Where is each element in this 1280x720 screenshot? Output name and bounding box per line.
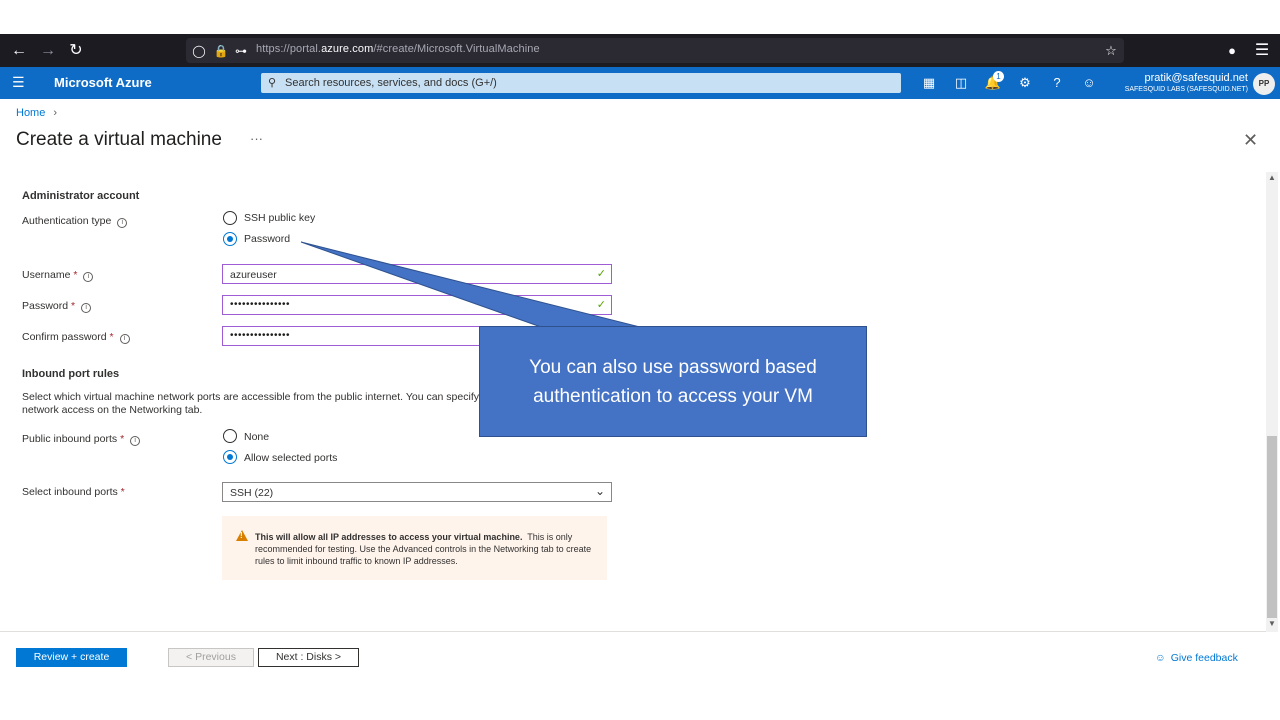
- callout-box: You can also use password based authenti…: [479, 326, 867, 437]
